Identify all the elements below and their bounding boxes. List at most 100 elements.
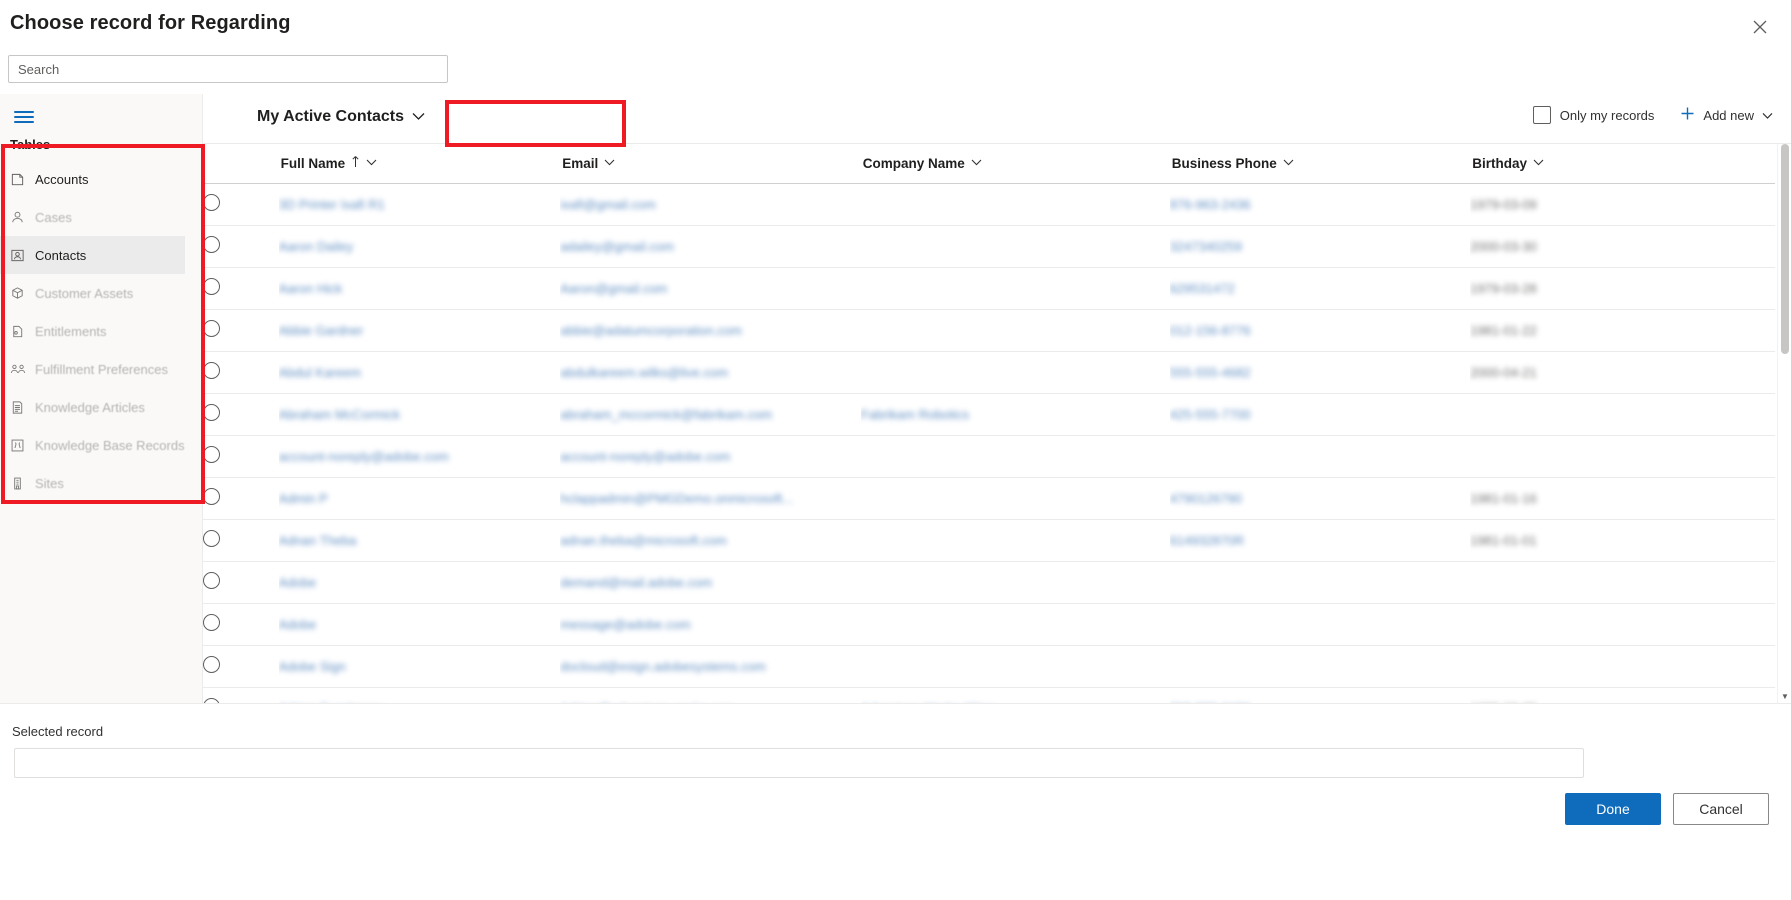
row-cell-email[interactable]: abbie@adatumcorporation.com (560, 309, 861, 352)
sidebar-item-customer-assets[interactable]: Customer Assets (0, 274, 185, 312)
radio-button-unselected-icon[interactable] (203, 194, 220, 211)
radio-button-unselected-icon[interactable] (203, 278, 220, 295)
table-row[interactable]: Adnan Theba adnan.theba@microsoft.com 6149… (203, 519, 1775, 562)
row-select-cell[interactable] (203, 477, 279, 520)
row-cell-email[interactable]: account-noreply@adobe.com (560, 435, 861, 478)
row-cell-company-name[interactable] (860, 519, 1170, 562)
table-row[interactable]: Adobe message@adobe.com (203, 603, 1775, 646)
chevron-down-icon[interactable] (1762, 108, 1773, 123)
add-new-button[interactable]: Add new (1680, 106, 1773, 124)
row-cell-business-phone[interactable] (1169, 561, 1471, 604)
table-row[interactable]: Abraham McCormick abraham_mccormick@fabri… (203, 393, 1775, 436)
row-cell-full-name[interactable]: Abraham McCormick (278, 393, 561, 436)
row-cell-business-phone[interactable] (1169, 645, 1471, 688)
only-my-records-toggle[interactable]: Only my records (1532, 106, 1654, 124)
row-cell-company-name[interactable] (860, 477, 1170, 520)
column-header-email[interactable]: Email (560, 144, 861, 184)
radio-button-unselected-icon[interactable] (203, 530, 220, 547)
row-cell-full-name[interactable]: Aaron Dailey (278, 225, 561, 268)
row-cell-full-name[interactable]: Adnan Theba (278, 519, 561, 562)
row-cell-company-name[interactable] (860, 561, 1170, 604)
row-cell-email[interactable]: adnan.theba@microsoft.com (560, 519, 861, 562)
row-cell-company-name[interactable] (860, 435, 1170, 478)
table-row[interactable]: Admin P hclappadmin@PMGDemo.onmicrosoft..… (203, 477, 1775, 520)
row-cell-business-phone[interactable] (1169, 603, 1471, 646)
row-cell-email[interactable]: abraham_mccormick@fabrikam.com (560, 393, 861, 436)
row-select-cell[interactable] (203, 183, 279, 226)
table-row[interactable]: account-noreply@adobe.com account-noreply… (203, 435, 1775, 478)
sidebar-item-knowledge-base-records[interactable]: Knowledge Base Records (0, 426, 185, 464)
chevron-down-icon[interactable] (1283, 157, 1294, 169)
row-cell-full-name[interactable]: Adobe (278, 561, 561, 604)
row-select-cell[interactable] (203, 309, 279, 352)
row-cell-company-name[interactable] (860, 183, 1170, 226)
row-select-cell[interactable] (203, 267, 279, 310)
radio-button-unselected-icon[interactable] (203, 572, 220, 589)
table-row[interactable]: Aaron Dailey adailey@gmail.com 3247340259 2… (203, 225, 1775, 268)
column-header-business-phone[interactable]: Business Phone (1169, 144, 1471, 184)
row-cell-company-name[interactable] (860, 351, 1170, 394)
row-cell-email[interactable]: ixafi@gmail.com (560, 183, 861, 226)
search-input[interactable] (8, 55, 448, 83)
radio-button-unselected-icon[interactable] (203, 446, 220, 463)
row-cell-full-name[interactable]: Abdul Kareem (278, 351, 561, 394)
radio-button-unselected-icon[interactable] (203, 656, 220, 673)
row-cell-company-name[interactable]: Fabrikam Robotics (860, 393, 1170, 436)
radio-button-unselected-icon[interactable] (203, 404, 220, 421)
row-cell-email[interactable]: Adrian@adventure-works.com (560, 687, 861, 703)
row-cell-email[interactable]: message@adobe.com (560, 603, 861, 646)
radio-button-unselected-icon[interactable] (203, 488, 220, 505)
sidebar-item-entitlements[interactable]: Entitlements (0, 312, 185, 350)
hamburger-menu-icon[interactable] (8, 103, 40, 131)
row-select-cell[interactable] (203, 561, 279, 604)
view-selector-dropdown[interactable]: My Active Contacts (251, 104, 431, 130)
row-cell-company-name[interactable] (860, 225, 1170, 268)
scroll-down-arrow-icon[interactable]: ▼ (1778, 689, 1791, 703)
row-select-cell[interactable] (203, 519, 279, 562)
chevron-down-icon[interactable] (366, 157, 377, 169)
sidebar-item-cases[interactable]: Cases (0, 198, 185, 236)
row-cell-email[interactable]: Aaron@gmail.com (560, 267, 861, 310)
row-cell-company-name[interactable] (860, 645, 1170, 688)
row-cell-full-name[interactable]: Adobe (278, 603, 561, 646)
row-cell-full-name[interactable]: Adobe Sign (278, 645, 561, 688)
row-select-cell[interactable] (203, 687, 279, 703)
only-my-records-checkbox[interactable] (1532, 106, 1551, 124)
row-cell-email[interactable]: adailey@gmail.com (560, 225, 861, 268)
row-cell-full-name[interactable]: Adrian Dumitrascu (278, 687, 561, 703)
row-select-cell[interactable] (203, 351, 279, 394)
row-cell-business-phone[interactable]: 3247340259 (1169, 225, 1471, 268)
sidebar-item-sites[interactable]: Sites (0, 464, 185, 502)
row-cell-company-name[interactable] (860, 267, 1170, 310)
selected-record-input[interactable] (14, 748, 1584, 778)
row-cell-business-phone[interactable]: 768-555-0156 (1169, 687, 1471, 703)
row-cell-business-phone[interactable]: 614932870R (1169, 519, 1471, 562)
row-cell-business-phone[interactable]: 629531472 (1169, 267, 1471, 310)
row-cell-business-phone[interactable]: 4790126790 (1169, 477, 1471, 520)
column-header-company-name[interactable]: Company Name (860, 144, 1170, 184)
chevron-down-icon[interactable] (1533, 157, 1544, 169)
row-cell-full-name[interactable]: account-noreply@adobe.com (278, 435, 561, 478)
row-cell-full-name[interactable]: Aaron Hick (278, 267, 561, 310)
row-select-cell[interactable] (203, 393, 279, 436)
row-cell-business-phone[interactable] (1169, 435, 1471, 478)
grid-vertical-scrollbar[interactable]: ▲ ▼ (1777, 144, 1791, 703)
radio-button-unselected-icon[interactable] (203, 362, 220, 379)
cancel-button[interactable]: Cancel (1673, 793, 1769, 825)
row-cell-email[interactable]: hclappadmin@PMGDemo.onmicrosoft... (560, 477, 861, 520)
row-cell-email[interactable]: demand@mail.adobe.com (560, 561, 861, 604)
scrollbar-thumb[interactable] (1781, 144, 1789, 354)
row-cell-business-phone[interactable]: 555-555-4682 (1169, 351, 1471, 394)
table-row[interactable]: Adobe Sign docloud@esign.adobesystems.com (203, 645, 1775, 688)
row-cell-full-name[interactable]: 3D Printer Ixafi R1 (278, 183, 561, 226)
column-header-full-name[interactable]: Full Name (278, 144, 561, 184)
records-table-scroll[interactable]: Full Name Email Company Name Business Ph… (203, 144, 1791, 703)
row-cell-business-phone[interactable]: 876-963-2436 (1169, 183, 1471, 226)
row-cell-full-name[interactable]: Abbie Gardner (278, 309, 561, 352)
sidebar-item-knowledge-articles[interactable]: Knowledge Articles (0, 388, 185, 426)
row-cell-business-phone[interactable]: 425-555-7700 (1169, 393, 1471, 436)
row-select-cell[interactable] (203, 645, 279, 688)
row-select-cell[interactable] (203, 225, 279, 268)
row-cell-company-name[interactable] (860, 603, 1170, 646)
done-button[interactable]: Done (1565, 793, 1661, 825)
